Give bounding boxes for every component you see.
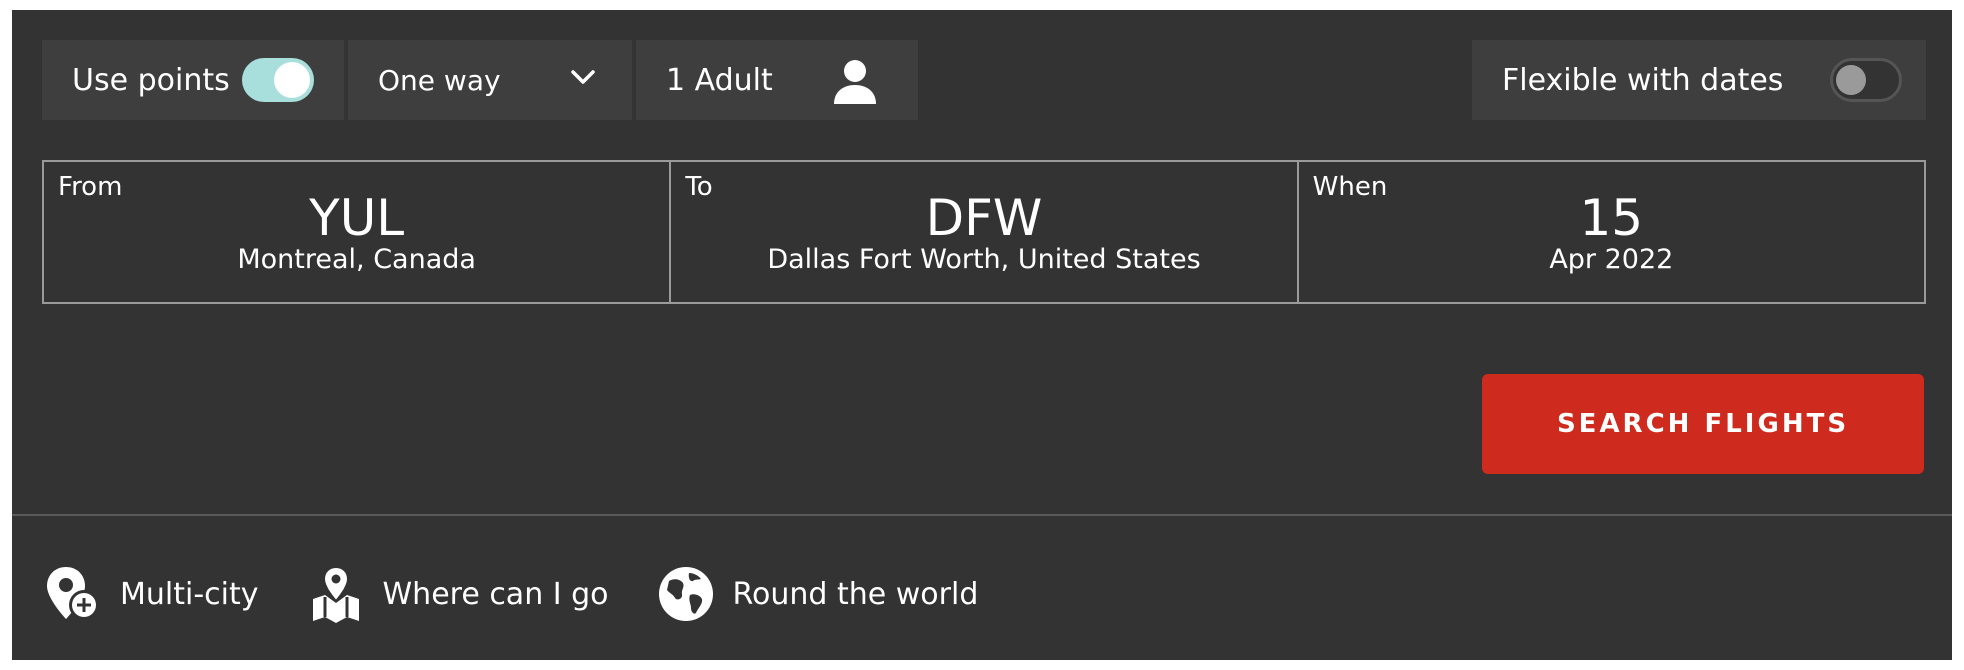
round-the-world-link[interactable]: Round the world (655, 563, 979, 625)
extra-search-links: Multi-city Where can I go Round the worl… (42, 554, 1024, 634)
passengers-select[interactable]: 1 Adult (636, 40, 918, 120)
use-points-option[interactable]: Use points (42, 40, 344, 120)
to-city: Dallas Fort Worth, United States (767, 244, 1201, 275)
search-flights-button[interactable]: SEARCH FLIGHTS (1482, 374, 1924, 474)
to-field[interactable]: To DFW Dallas Fort Worth, United States (669, 162, 1296, 302)
from-city: Montreal, Canada (237, 244, 476, 275)
where-can-i-go-link[interactable]: Where can I go (305, 563, 609, 625)
globe-icon (655, 563, 717, 625)
flexible-dates-toggle[interactable] (1830, 58, 1902, 102)
use-points-label: Use points (72, 62, 230, 98)
flexible-dates-label: Flexible with dates (1502, 62, 1784, 98)
where-can-i-go-label: Where can I go (382, 576, 609, 612)
passengers-value: 1 Adult (666, 62, 773, 98)
toggle-knob (274, 62, 310, 98)
chevron-down-icon (571, 70, 595, 84)
flight-search-panel: Use points One way 1 Adult Flexible with… (12, 10, 1952, 660)
toggle-knob (1836, 65, 1866, 95)
person-icon (834, 60, 876, 104)
trip-type-value: One way (378, 63, 501, 97)
when-month-year: Apr 2022 (1549, 244, 1674, 275)
use-points-toggle[interactable] (242, 58, 314, 102)
multi-city-link[interactable]: Multi-city (42, 563, 259, 625)
from-field[interactable]: From YUL Montreal, Canada (44, 162, 669, 302)
when-field[interactable]: When 15 Apr 2022 (1296, 162, 1924, 302)
trip-type-select[interactable]: One way (348, 40, 632, 120)
multi-city-label: Multi-city (120, 576, 259, 612)
round-the-world-label: Round the world (732, 576, 979, 612)
map-pin-icon (305, 563, 367, 625)
route-fields: From YUL Montreal, Canada To DFW Dallas … (42, 160, 1926, 304)
flexible-dates-option[interactable]: Flexible with dates (1472, 40, 1926, 120)
pin-plus-icon (42, 563, 104, 625)
divider (12, 514, 1952, 516)
